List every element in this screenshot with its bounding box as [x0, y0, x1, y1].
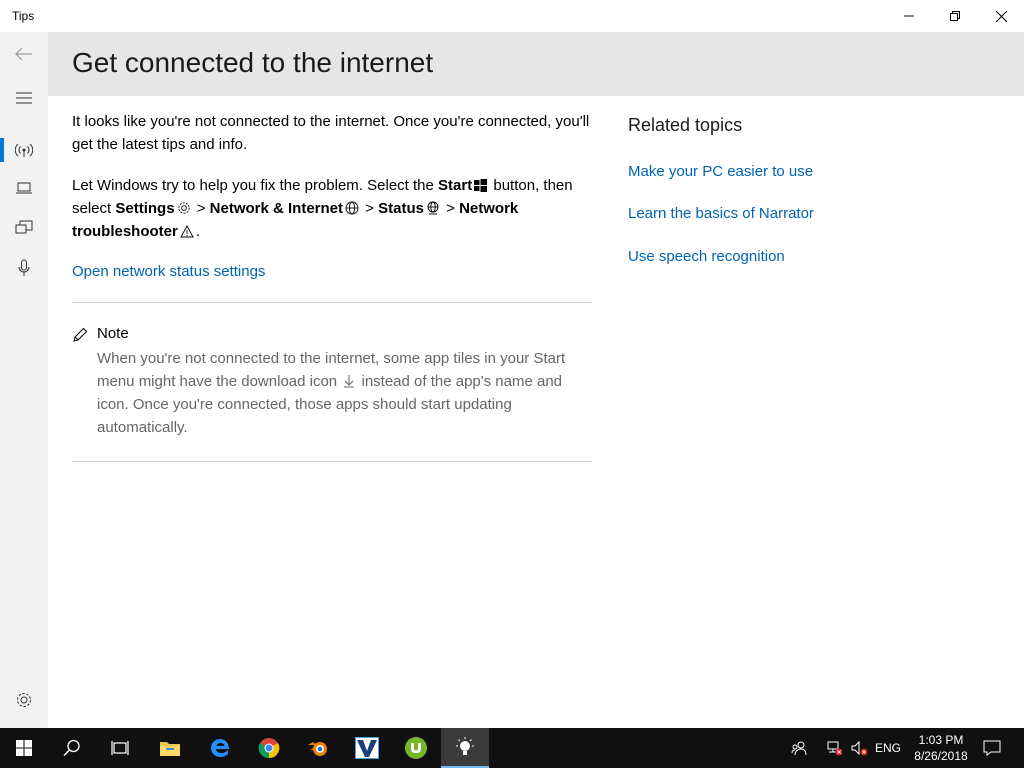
divider: [72, 461, 592, 462]
note-title: Note: [97, 325, 129, 342]
page-header: Get connected to the internet: [48, 32, 1024, 96]
video-editor-icon: [355, 737, 379, 759]
separator: >: [441, 200, 460, 217]
search-button[interactable]: [48, 728, 96, 768]
volume-tray-button[interactable]: [848, 728, 872, 768]
restore-icon: [950, 11, 960, 21]
back-button[interactable]: [0, 34, 48, 74]
gear-icon: [177, 202, 190, 214]
utorrent-button[interactable]: [392, 728, 440, 768]
edge-icon: [211, 739, 229, 757]
app-title: Tips: [12, 9, 35, 23]
title-bar: Tips: [0, 0, 1024, 32]
sidebar: [0, 32, 48, 728]
clock-date: 8/26/2018: [914, 749, 968, 763]
sidebar-item-speech[interactable]: [0, 248, 48, 288]
speaker-muted-icon: [851, 740, 868, 756]
microphone-icon: [18, 259, 30, 276]
related-topics-title: Related topics: [628, 115, 743, 135]
text: .: [195, 223, 201, 240]
wireless-signal-icon: [15, 143, 33, 157]
action-center-button[interactable]: [978, 728, 1006, 768]
start-label: Start: [438, 177, 473, 194]
network-disconnected-icon: [827, 741, 843, 756]
people-button[interactable]: [786, 728, 812, 768]
network-tray-button[interactable]: [822, 728, 848, 768]
related-link-narrator[interactable]: Learn the basics of Narrator: [628, 205, 814, 222]
close-button[interactable]: [978, 0, 1024, 32]
people-icon: [791, 741, 807, 756]
globe-status-icon: [427, 201, 439, 215]
restore-button[interactable]: [932, 0, 978, 32]
blender-icon: [308, 742, 327, 756]
clock[interactable]: 1:03 PM 8/26/2018: [906, 732, 976, 764]
task-view-button[interactable]: [96, 728, 144, 768]
download-icon: [344, 375, 355, 388]
network-internet-label: Network & Internet: [209, 200, 344, 217]
chrome-browser-button[interactable]: [245, 728, 293, 768]
divider: [72, 302, 592, 303]
windows-logo-icon: [474, 179, 488, 192]
edge-browser-button[interactable]: [196, 728, 244, 768]
pencil-icon: [73, 327, 88, 342]
minimize-button[interactable]: [886, 0, 932, 32]
settings-label: Settings: [115, 200, 175, 217]
windows-logo-icon: [16, 740, 32, 756]
sidebar-item-connection[interactable]: [0, 130, 48, 170]
clock-time: 1:03 PM: [918, 733, 964, 747]
hamburger-menu-button[interactable]: [0, 78, 48, 118]
close-icon: [995, 10, 1007, 22]
globe-icon: [345, 201, 359, 215]
notification-icon: [983, 740, 1001, 756]
fix-instructions: Let Windows try to help you fix the prob…: [72, 174, 592, 243]
laptop-icon: [16, 182, 32, 194]
lightbulb-icon: [456, 737, 474, 755]
hamburger-icon: [16, 92, 32, 104]
minimize-icon: [904, 15, 914, 17]
separator: >: [192, 200, 210, 217]
settings-button[interactable]: [0, 680, 48, 720]
separator: >: [361, 200, 379, 217]
back-arrow-icon: [15, 47, 32, 61]
page-title: Get connected to the internet: [72, 47, 434, 78]
file-explorer-button[interactable]: [146, 728, 194, 768]
task-view-icon: [111, 741, 129, 755]
sidebar-item-device[interactable]: [0, 168, 48, 208]
related-link-speech-recognition[interactable]: Use speech recognition: [628, 248, 785, 265]
note-text: When you're not connected to the interne…: [97, 347, 577, 439]
intro-paragraph: It looks like you're not connected to th…: [72, 113, 590, 153]
warning-icon: [180, 225, 194, 238]
tips-app-button[interactable]: [441, 728, 489, 768]
folder-icon: [160, 742, 180, 756]
utorrent-icon: [405, 737, 427, 759]
input-language-indicator[interactable]: ENG: [872, 728, 904, 768]
chrome-icon: [258, 738, 280, 759]
open-network-status-link[interactable]: Open network status settings: [72, 263, 265, 280]
gear-icon: [17, 693, 31, 707]
related-link-easier-to-use[interactable]: Make your PC easier to use: [628, 163, 813, 180]
status-label: Status: [378, 200, 424, 217]
text: Let Windows try to help you fix the prob…: [72, 177, 439, 194]
search-icon: [63, 739, 80, 757]
taskbar: ENG 1:03 PM 8/26/2018: [0, 728, 1024, 768]
windows-stack-icon: [15, 220, 33, 234]
start-button[interactable]: [0, 728, 48, 768]
video-editor-button[interactable]: [343, 728, 391, 768]
sidebar-item-multitask[interactable]: [0, 208, 48, 248]
blender-button[interactable]: [294, 728, 342, 768]
